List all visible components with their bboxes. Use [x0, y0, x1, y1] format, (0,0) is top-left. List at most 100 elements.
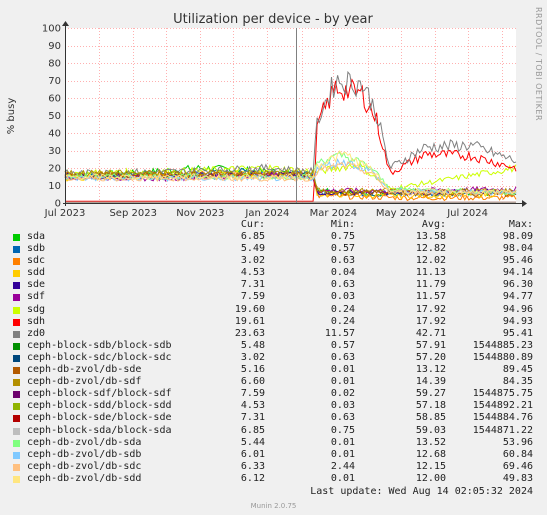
legend-cur: 7.31: [240, 412, 265, 424]
legend-row: ceph-db-zvol/db-sde 5.16 0.01 13.12 89.45: [0, 364, 547, 376]
legend-swatch: [13, 306, 20, 314]
legend-swatch: [13, 354, 20, 362]
legend-max: 53.96: [502, 436, 533, 448]
legend-cur: 3.02: [240, 351, 265, 363]
y-axis-arrow: [62, 21, 69, 26]
legend-max: 69.46: [502, 460, 533, 472]
y-tick-label: 80: [48, 59, 61, 70]
legend-max: 94.77: [502, 291, 533, 303]
legend-avg: 13.58: [415, 231, 446, 242]
legend-cur: 6.60: [240, 376, 265, 388]
legend-avg: 13.52: [415, 436, 446, 448]
legend-min: 0.01: [330, 472, 355, 484]
legend-swatch: [13, 246, 20, 254]
legend-cur: 6.85: [240, 231, 265, 242]
legend-row: sde 7.31 0.63 11.79 96.30: [0, 279, 547, 291]
legend-max: 96.30: [502, 279, 533, 291]
legend-series-name: sde: [27, 279, 46, 291]
legend-series-name: zd0: [27, 327, 46, 339]
last-update: Last update: Wed Aug 14 02:05:32 2024: [310, 486, 533, 497]
legend-row: sdf 7.59 0.03 11.57 94.77: [0, 291, 547, 303]
chart-title: Utilization per device - by year: [173, 12, 373, 27]
legend-min: 0.57: [330, 339, 355, 351]
legend-swatch: [13, 403, 20, 411]
y-axis-label: % busy: [6, 98, 17, 135]
legend-row: sdb 5.49 0.57 12.82 98.04: [0, 243, 547, 255]
legend-avg: 12.02: [415, 255, 446, 267]
legend-min: 11.57: [324, 327, 355, 339]
legend-row: ceph-block-sdd/block-sdd 4.53 0.03 57.18 154…: [0, 400, 547, 412]
legend-avg: 17.92: [415, 315, 446, 327]
legend-row: ceph-db-zvol/db-sdf 6.60 0.01 14.39 84.35: [0, 376, 547, 388]
legend-avg: 57.20: [415, 351, 446, 363]
legend-min: 0.01: [330, 376, 355, 388]
legend-min: 0.63: [330, 279, 355, 291]
legend-min: 0.04: [330, 267, 355, 279]
legend-cur: 5.48: [240, 339, 265, 351]
y-tick-label: 30: [48, 146, 61, 157]
legend-swatch: [13, 258, 20, 266]
legend-min: 0.24: [330, 303, 355, 315]
legend-max: 94.93: [502, 315, 533, 327]
header-max: Max:: [508, 219, 533, 230]
legend-series-name: ceph-db-zvol/db-sdb: [27, 448, 142, 460]
legend-cur: 23.63: [234, 327, 265, 339]
legend-swatch: [13, 427, 20, 435]
legend-swatch: [13, 342, 20, 350]
y-tick-label: 50: [48, 111, 61, 122]
legend-row: ceph-block-sdf/block-sdf 7.59 0.02 59.27 154…: [0, 388, 547, 400]
legend-cur: 19.60: [234, 303, 265, 315]
y-tick-label: 100: [42, 24, 61, 35]
header-min: Min:: [330, 219, 355, 230]
legend-series-name: sdh: [27, 315, 46, 327]
legend-row: sdc 3.02 0.63 12.02 95.46: [0, 255, 547, 267]
legend-swatch: [13, 330, 20, 338]
y-tick-label: 70: [48, 76, 61, 87]
legend-swatch: [13, 294, 20, 302]
legend-swatch: [13, 451, 20, 459]
legend-row: ceph-db-zvol/db-sda 5.44 0.01 13.52 53.96: [0, 437, 547, 449]
legend-min: 0.63: [330, 351, 355, 363]
legend-avg: 12.82: [415, 243, 446, 255]
legend-row: ceph-block-sdc/block-sdc 3.02 0.63 57.20 154…: [0, 352, 547, 364]
y-tick-label: 20: [48, 164, 61, 175]
legend-series-name: ceph-db-zvol/db-sdc: [27, 460, 142, 472]
legend-row: sdh 19.61 0.24 17.92 94.93: [0, 316, 547, 328]
y-tick-labels: 0102030405060708090100: [42, 24, 61, 210]
legend-series-name: sdb: [27, 243, 46, 255]
legend-min: 0.01: [330, 364, 355, 376]
legend-cur: 7.59: [240, 388, 265, 400]
legend-max: 94.96: [502, 303, 533, 315]
legend-series-name: ceph-block-sdd/block-sdd: [27, 400, 172, 412]
legend-min: 0.63: [330, 255, 355, 267]
legend-cur: 4.53: [240, 267, 265, 279]
legend-series-name: ceph-block-sdf/block-sdf: [27, 388, 172, 400]
x-tick-labels: Jul 2023 Sep 2023 Nov 2023 Jan 2024 Mar 2024…: [44, 208, 488, 219]
legend-max: 1544880.89: [472, 351, 533, 363]
legend-row: ceph-block-sda/block-sda 6.85 0.75 59.03 154…: [0, 425, 547, 437]
legend-min: 0.03: [330, 291, 355, 303]
x-tick-label: Mar 2024: [310, 208, 358, 219]
legend-min: 0.57: [330, 243, 355, 255]
legend-series-name: ceph-db-zvol/db-sdd: [27, 472, 142, 484]
munin-version: Munin 2.0.75: [250, 502, 297, 510]
legend-min: 0.63: [330, 412, 355, 424]
y-tick-label: 90: [48, 41, 61, 52]
legend-swatch: [13, 439, 20, 447]
legend-max: 95.41: [502, 327, 533, 339]
legend-series-name: sdg: [27, 303, 46, 315]
legend-cur: 4.53: [240, 400, 265, 412]
legend-series-name: sdd: [27, 267, 46, 279]
legend-row: sdd 4.53 0.04 11.13 94.14: [0, 267, 547, 279]
legend-series-name: ceph-block-sdb/block-sdb: [27, 339, 172, 351]
legend-min: 0.75: [330, 424, 355, 436]
legend-series-name: sdf: [27, 291, 46, 303]
x-tick-label: Sep 2023: [109, 208, 156, 219]
legend-series-name: ceph-db-zvol/db-sda: [27, 436, 142, 448]
legend-cur: 5.16: [240, 364, 265, 376]
header-cur: Cur:: [240, 219, 265, 230]
legend-cur: 6.12: [240, 472, 265, 484]
legend-max: 1544871.22: [472, 424, 533, 436]
legend-cur: 19.61: [234, 315, 265, 327]
legend-max: 60.84: [502, 448, 533, 460]
